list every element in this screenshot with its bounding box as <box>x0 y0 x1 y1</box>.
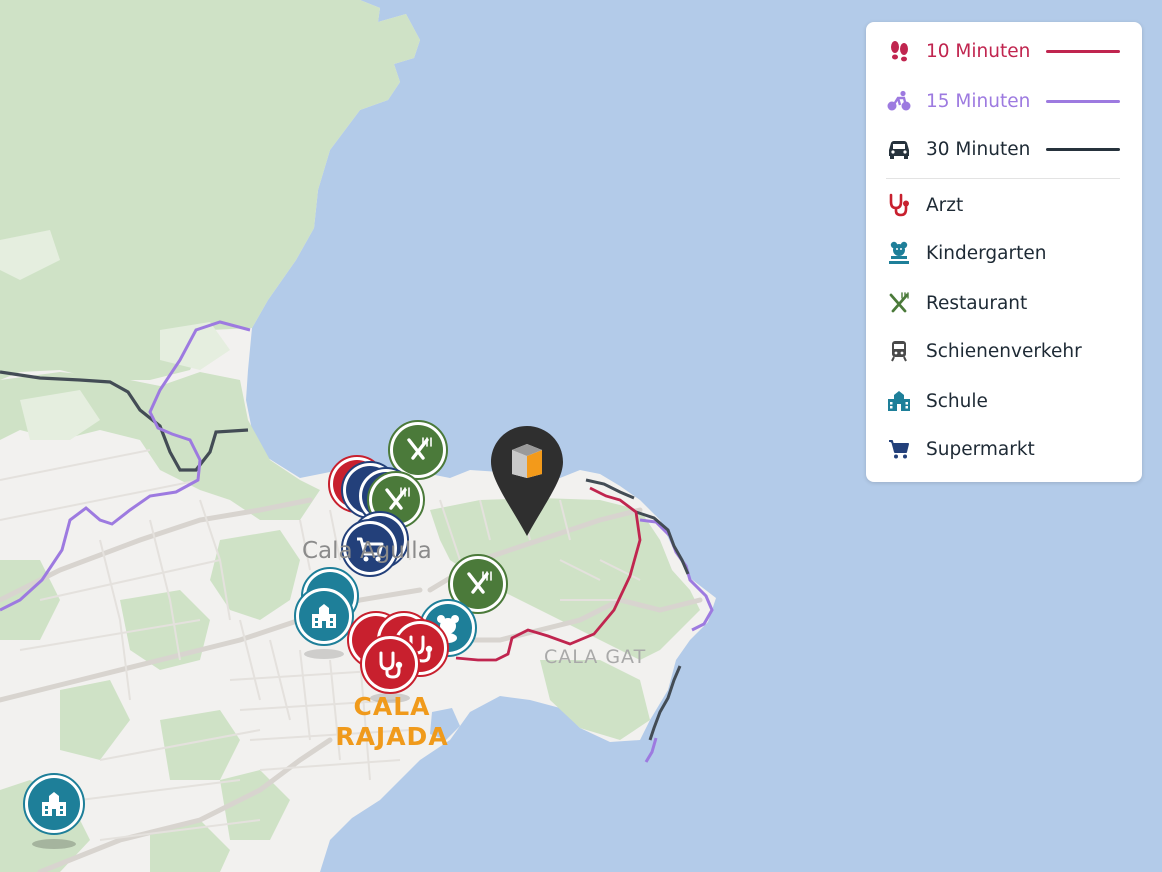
legend-divider <box>886 178 1120 179</box>
legend-row-schule[interactable]: Schule <box>886 386 1120 416</box>
fork-knife-icon <box>886 290 912 316</box>
car-icon <box>886 136 912 162</box>
place-label-cala-gat: CALA GAT <box>544 646 647 668</box>
legend-row-schienenverkehr[interactable]: Schienenverkehr <box>886 336 1120 366</box>
legend-label-bike: 15 Minuten <box>926 90 1031 112</box>
legend-line-car <box>1046 147 1120 151</box>
legend-row-restaurant[interactable]: Restaurant <box>886 288 1120 318</box>
map-legend: 10 Minuten 15 Minuten 30 Minuten Arzt Ki… <box>866 22 1142 482</box>
legend-row-walk-10[interactable]: 10 Minuten <box>886 36 1120 66</box>
legend-label-kindergarten: Kindergarten <box>926 242 1047 264</box>
cart-icon <box>886 436 912 462</box>
bicycle-icon <box>886 88 912 114</box>
legend-row-bike-15[interactable]: 15 Minuten <box>886 86 1120 116</box>
legend-row-supermarkt[interactable]: Supermarkt <box>886 434 1120 464</box>
legend-label-supermarkt: Supermarkt <box>926 438 1035 460</box>
legend-label-schienenverkehr: Schienenverkehr <box>926 340 1082 362</box>
legend-label-arzt: Arzt <box>926 194 964 216</box>
teddy-bear-icon <box>886 240 912 266</box>
legend-row-arzt[interactable]: Arzt <box>886 190 1120 220</box>
legend-row-car-30[interactable]: 30 Minuten <box>886 134 1120 164</box>
train-icon <box>886 338 912 364</box>
legend-label-schule: Schule <box>926 390 988 412</box>
place-label-cala-agulla: Cala Agulla <box>302 538 432 564</box>
place-label-cala-rajada: CALA RAJADA <box>326 692 458 752</box>
legend-label-walk: 10 Minuten <box>926 40 1031 62</box>
legend-label-car: 30 Minuten <box>926 138 1031 160</box>
legend-line-walk <box>1046 49 1120 53</box>
footprints-icon <box>886 38 912 64</box>
place-label-cala-rajada-line1: CALA <box>353 692 431 721</box>
place-label-cala-rajada-line2: RAJADA <box>335 722 449 751</box>
stethoscope-icon <box>886 192 912 218</box>
legend-line-bike <box>1046 99 1120 103</box>
legend-label-restaurant: Restaurant <box>926 292 1028 314</box>
legend-row-kindergarten[interactable]: Kindergarten <box>886 238 1120 268</box>
school-icon <box>886 388 912 414</box>
